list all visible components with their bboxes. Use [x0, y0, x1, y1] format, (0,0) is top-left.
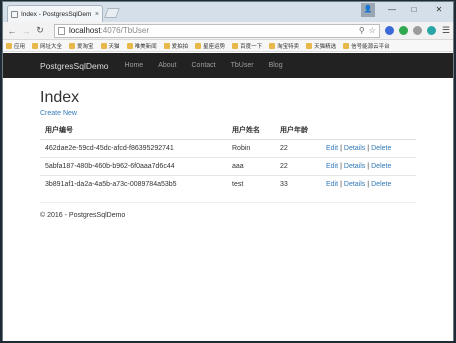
- column-header-name: 用户姓名: [227, 121, 275, 140]
- shield-extension-icon[interactable]: [384, 26, 394, 35]
- cell-id: 5abfa187-480b-460b-b962-6f0aaa7d6c44: [40, 156, 227, 175]
- close-tab-icon[interactable]: ×: [95, 11, 99, 18]
- delete-link[interactable]: Delete: [371, 145, 391, 152]
- cell-age: 22: [275, 156, 321, 175]
- browser-window: Index - PostgresSqlDem × 👤 — □ ✕ ← → ↻ l…: [2, 1, 454, 341]
- apps-icon: [6, 42, 12, 49]
- footer-divider: [40, 202, 416, 203]
- cell-actions: Edit | Details | Delete: [321, 138, 416, 157]
- url-path: :4076/TbUser: [100, 26, 150, 35]
- table-row: 3b891af1-da2a-4a5b-a73c-0089784a53b5 tes…: [40, 174, 416, 193]
- menu-icon[interactable]: ☰: [442, 25, 450, 36]
- users-table: 用户编号 用户姓名 用户年龄 462dae2e-59cd-45dc-afcd-f…: [40, 121, 416, 193]
- bookmark-icon: [195, 42, 202, 49]
- bookmark-item[interactable]: 唯美新闻: [126, 42, 157, 50]
- zoom-icon[interactable]: ⚲: [359, 26, 365, 35]
- edit-link[interactable]: Edit: [326, 181, 338, 188]
- site-brand[interactable]: PostgresSqlDemo: [40, 61, 109, 71]
- delete-link[interactable]: Delete: [371, 163, 391, 170]
- page-info-icon[interactable]: [58, 26, 65, 35]
- minimize-button[interactable]: —: [381, 2, 403, 18]
- create-new-link[interactable]: Create New: [40, 110, 416, 117]
- column-header-id: 用户编号: [40, 121, 227, 140]
- forward-icon[interactable]: →: [20, 26, 32, 36]
- bookmark-icon: [306, 42, 313, 49]
- main-content: Index Create New 用户编号 用户姓名 用户年龄 462dae2e…: [3, 89, 453, 219]
- bookmark-icon: [269, 42, 276, 49]
- gray-extension-icon[interactable]: [412, 26, 422, 35]
- cell-name: Robin: [227, 138, 275, 157]
- cell-age: 33: [275, 174, 321, 193]
- teal-extension-icon[interactable]: [426, 26, 436, 35]
- bookmark-item[interactable]: 天猫精选: [306, 42, 336, 50]
- bookmarks-bar: 应用 网址大全 爱淘宝 天猫 唯美新闻 爱拍拍 星座运势 百度一下 淘宝特卖 天…: [3, 40, 453, 52]
- column-header-age: 用户年龄: [275, 121, 321, 140]
- maximize-button[interactable]: □: [403, 2, 425, 18]
- browser-toolbar: ← → ↻ localhost :4076/TbUser ⚲ ☆ ☰: [3, 22, 453, 40]
- reload-icon[interactable]: ↻: [34, 25, 46, 36]
- bookmark-icon: [163, 42, 170, 49]
- page-title: Index: [40, 89, 80, 106]
- bookmark-item[interactable]: 百度一下: [232, 42, 262, 50]
- edit-link[interactable]: Edit: [326, 163, 338, 170]
- url-host: localhost: [69, 26, 101, 35]
- back-icon[interactable]: ←: [6, 26, 18, 36]
- title-bar: Index - PostgresSqlDem × 👤 — □ ✕: [3, 2, 453, 22]
- cell-actions: Edit | Details | Delete: [321, 174, 416, 193]
- bookmark-icon: [100, 42, 107, 49]
- tab-title: Index - PostgresSqlDem: [21, 10, 92, 18]
- cell-id: 3b891af1-da2a-4a5b-a73c-0089784a53b5: [40, 174, 227, 193]
- cell-actions: Edit | Details | Delete: [321, 156, 416, 175]
- cell-age: 22: [275, 138, 321, 157]
- nav-home[interactable]: Home: [125, 62, 144, 69]
- bookmark-item[interactable]: 信号能源云平台: [343, 42, 390, 50]
- site-navbar: PostgresSqlDemo Home About Contact TbUse…: [3, 53, 453, 78]
- bookmark-icon: [126, 42, 133, 49]
- nav-tbuser[interactable]: TbUser: [231, 62, 254, 69]
- close-window-button[interactable]: ✕: [425, 2, 453, 18]
- new-tab-button[interactable]: [104, 8, 120, 18]
- delete-link[interactable]: Delete: [371, 181, 391, 188]
- details-link[interactable]: Details: [344, 163, 365, 170]
- nav-blog[interactable]: Blog: [269, 62, 283, 69]
- bookmark-icon: [232, 42, 239, 49]
- bookmark-icon: [343, 42, 350, 49]
- details-link[interactable]: Details: [344, 181, 365, 188]
- bookmark-icon: [32, 42, 39, 49]
- bookmark-item[interactable]: 爱淘宝: [69, 42, 94, 50]
- bookmark-item[interactable]: 应用: [6, 42, 25, 50]
- table-header-row: 用户编号 用户姓名 用户年龄: [40, 121, 416, 140]
- table-row: 462dae2e-59cd-45dc-afcd-f86395292741 Rob…: [40, 138, 416, 157]
- page-icon: [11, 10, 18, 18]
- address-bar[interactable]: localhost :4076/TbUser ⚲ ☆: [54, 23, 380, 38]
- cell-name: aaa: [227, 156, 275, 175]
- bookmark-item[interactable]: 网址大全: [32, 42, 62, 50]
- table-row: 5abfa187-480b-460b-b962-6f0aaa7d6c44 aaa…: [40, 156, 416, 175]
- cell-id: 462dae2e-59cd-45dc-afcd-f86395292741: [40, 138, 227, 157]
- bookmark-item[interactable]: 爱拍拍: [163, 42, 188, 50]
- window-controls: 👤 — □ ✕: [361, 2, 453, 18]
- profile-icon[interactable]: 👤: [361, 3, 375, 17]
- web-page: PostgresSqlDemo Home About Contact TbUse…: [3, 53, 453, 341]
- nav-about[interactable]: About: [158, 62, 176, 69]
- browser-tab[interactable]: Index - PostgresSqlDem ×: [7, 5, 103, 22]
- cell-name: test: [227, 174, 275, 193]
- bookmark-icon: [69, 42, 76, 49]
- green-extension-icon[interactable]: [398, 26, 408, 35]
- bookmark-item[interactable]: 天猫: [100, 42, 120, 50]
- bookmark-item[interactable]: 淘宝特卖: [269, 42, 299, 50]
- footer-text: © 2016 - PostgresSqlDemo: [40, 212, 126, 219]
- column-header-actions: [321, 121, 416, 140]
- details-link[interactable]: Details: [344, 145, 365, 152]
- nav-contact[interactable]: Contact: [192, 62, 216, 69]
- bookmark-item[interactable]: 星座运势: [195, 42, 225, 50]
- edit-link[interactable]: Edit: [326, 145, 338, 152]
- bookmark-star-icon[interactable]: ☆: [369, 26, 376, 35]
